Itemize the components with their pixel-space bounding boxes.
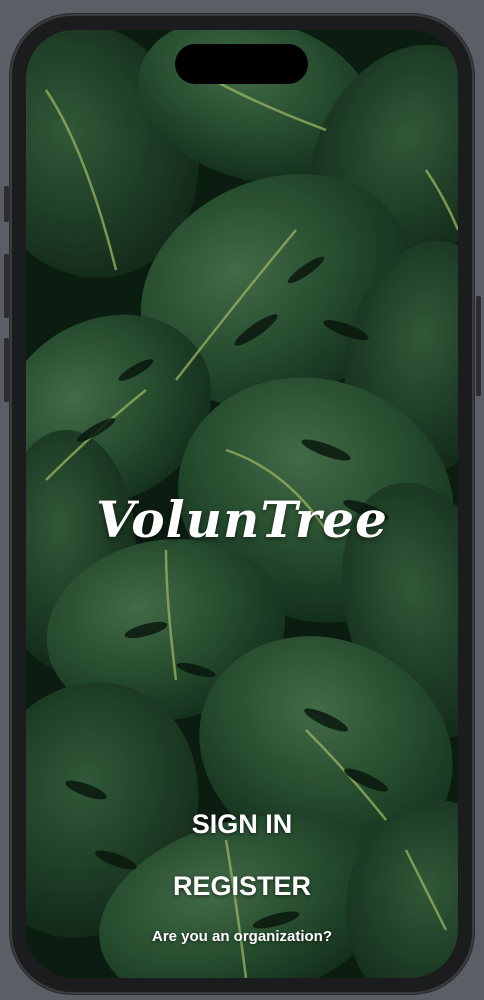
volume-down-button bbox=[4, 338, 9, 402]
silent-switch bbox=[4, 186, 9, 222]
app-screen: VolunTree SIGN IN REGISTER Are you an or… bbox=[26, 30, 458, 978]
volume-up-button bbox=[4, 254, 9, 318]
register-button[interactable]: REGISTER bbox=[26, 871, 458, 902]
sign-in-button[interactable]: SIGN IN bbox=[26, 809, 458, 840]
phone-frame: VolunTree SIGN IN REGISTER Are you an or… bbox=[10, 14, 474, 994]
power-button bbox=[476, 296, 481, 396]
app-logo: VolunTree bbox=[96, 490, 388, 549]
organization-link[interactable]: Are you an organization? bbox=[26, 928, 458, 945]
dynamic-island bbox=[175, 44, 308, 84]
